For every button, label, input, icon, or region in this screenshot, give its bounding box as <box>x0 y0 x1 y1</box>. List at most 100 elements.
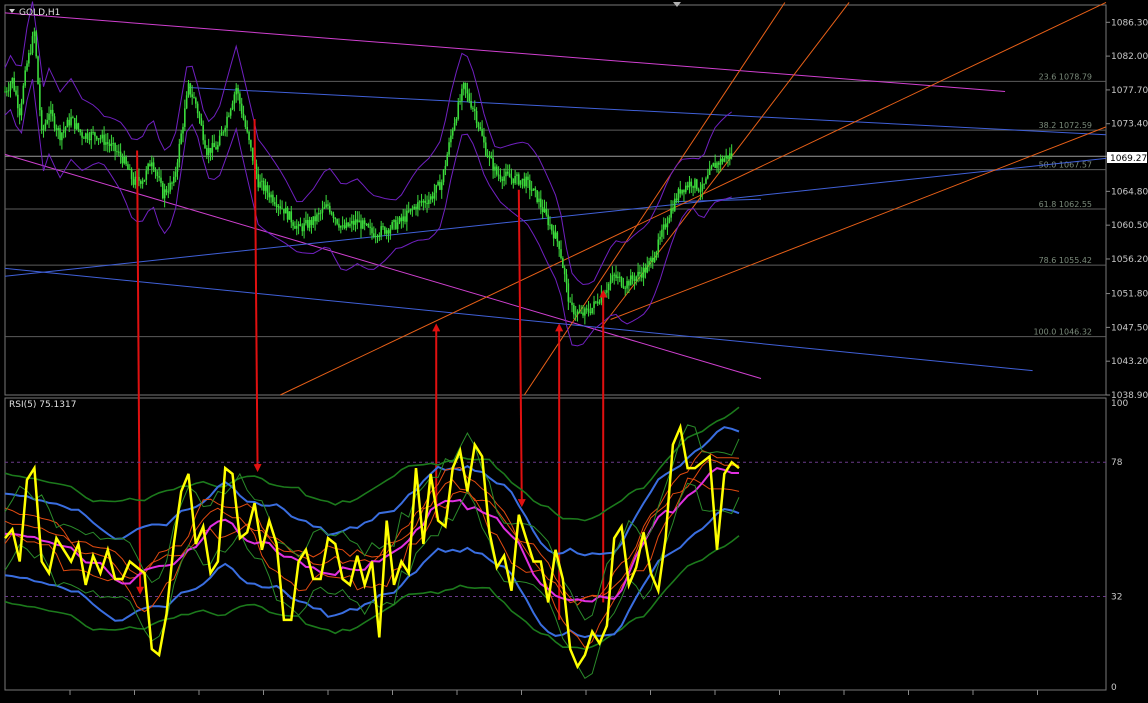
candle-body <box>466 89 469 94</box>
candle-body <box>50 109 52 114</box>
candle-body <box>473 108 476 112</box>
candle-body <box>648 261 650 266</box>
rsi-tick-label: 78 <box>1111 458 1123 468</box>
candle-body <box>6 91 8 93</box>
candle-body <box>306 220 309 228</box>
candle-body <box>233 94 236 104</box>
candle-body <box>373 233 375 237</box>
candle-body <box>650 257 652 262</box>
candle-body <box>492 158 494 171</box>
candle-body <box>79 129 82 133</box>
candle-body <box>464 82 467 90</box>
candle-body <box>591 307 593 314</box>
candle-body <box>442 169 445 183</box>
candle-body <box>239 93 241 104</box>
candle-body <box>95 136 98 140</box>
candle-body <box>440 182 443 190</box>
candle-body <box>319 212 322 214</box>
candle-body <box>292 222 294 226</box>
candle-body <box>481 129 483 136</box>
candle-body <box>215 147 217 150</box>
candle-body <box>495 166 498 175</box>
candle-body <box>200 118 203 126</box>
candle-body <box>191 94 193 98</box>
candle-body <box>358 220 360 223</box>
candle-body <box>718 162 720 165</box>
candle-body <box>714 163 716 168</box>
candle-body <box>262 180 265 191</box>
candle-body <box>501 179 504 181</box>
candle-body <box>595 301 597 303</box>
candle-body <box>64 127 67 130</box>
candle-body <box>103 134 105 145</box>
candle-body <box>75 123 78 129</box>
candle-body <box>53 116 56 129</box>
candle-body <box>631 275 634 280</box>
candle-body <box>580 312 582 314</box>
candle-body <box>162 182 164 199</box>
candle-body <box>604 292 606 297</box>
candle-body <box>154 169 157 172</box>
candle-body <box>389 228 392 234</box>
candle-body <box>551 224 553 231</box>
candle-body <box>468 93 471 102</box>
candle-body <box>33 31 36 37</box>
candle-body <box>26 63 28 71</box>
candle-body <box>257 174 260 188</box>
candle-body <box>316 214 318 222</box>
candle-body <box>532 188 535 191</box>
candle-body <box>290 211 293 223</box>
candle-body <box>231 103 234 110</box>
chart-canvas[interactable]: 23.6 1078.7938.2 1072.5950.0 1067.5761.8… <box>0 0 1148 699</box>
candle-body <box>453 123 456 130</box>
candle-body <box>272 194 274 203</box>
candle-body <box>356 219 359 223</box>
candle-body <box>684 185 687 193</box>
candle-body <box>134 176 137 185</box>
candle-body <box>229 109 232 116</box>
candle-body <box>622 286 625 288</box>
candle-body <box>686 185 689 188</box>
candle-body <box>66 119 69 128</box>
candle-body <box>640 273 643 278</box>
candle-body <box>396 222 399 229</box>
candle-body <box>703 183 705 185</box>
candle-body <box>281 208 283 210</box>
symbol-label: GOLD,H1 <box>19 8 60 18</box>
candle-body <box>506 171 509 174</box>
candle-body <box>92 132 94 134</box>
candle-body <box>587 308 590 312</box>
candle-body <box>222 131 225 133</box>
candle-body <box>242 113 245 120</box>
candle-body <box>589 311 592 314</box>
candle-body <box>193 97 195 99</box>
candle-body <box>626 281 628 289</box>
candle-body <box>611 275 614 281</box>
candle-body <box>540 198 542 208</box>
candle-body <box>106 142 109 145</box>
candle-body <box>609 280 612 284</box>
candle-body <box>661 229 663 237</box>
gold-h1-chart-window[interactable]: 23.6 1078.79 38.2 1072.59 50.0 1067.57 61.8… <box>0 0 1148 699</box>
candle-body <box>411 208 414 210</box>
price-tick-label: 1082.00 <box>1111 52 1148 62</box>
candle-body <box>404 216 406 222</box>
candle-body <box>147 163 149 171</box>
candle-body <box>426 202 428 205</box>
candle-body <box>620 277 623 287</box>
candle-body <box>664 224 667 228</box>
candle-body <box>171 182 173 184</box>
candle-body <box>206 148 208 155</box>
candle-body <box>567 283 570 302</box>
candle-body <box>558 241 560 250</box>
candle-body <box>701 184 704 191</box>
candle-body <box>552 230 555 239</box>
candle-body <box>571 302 573 306</box>
candle-body <box>202 125 204 141</box>
candle-body <box>428 199 430 205</box>
candle-body <box>606 290 608 293</box>
candle-body <box>279 206 282 209</box>
candle-body <box>182 126 184 134</box>
candle-body <box>600 294 603 303</box>
candle-body <box>110 143 113 146</box>
